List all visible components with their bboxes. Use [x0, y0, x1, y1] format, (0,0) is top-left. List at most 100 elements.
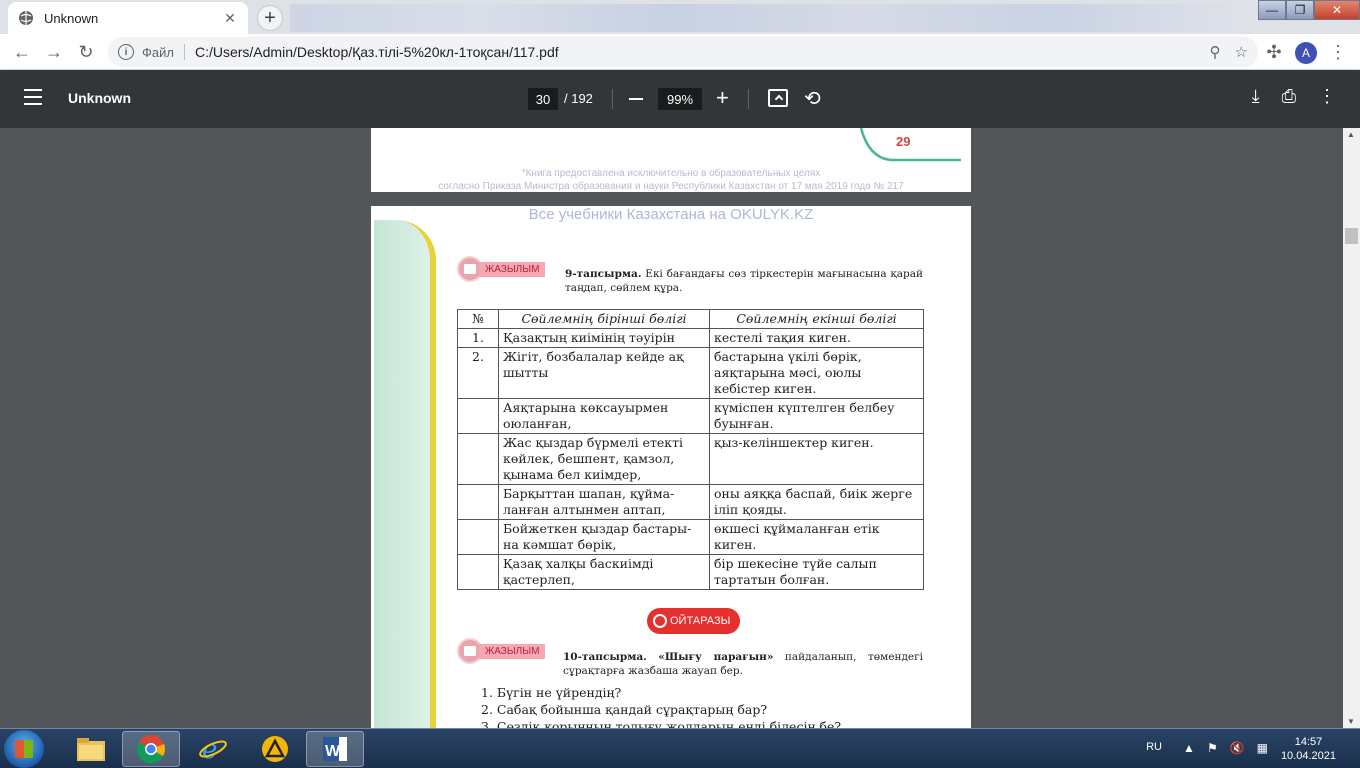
- table-cell: оны аяққа баспай, биік жерге іліп қояды.: [709, 484, 924, 520]
- okulyk-watermark: Все учебники Казахстана на OKULYK.KZ: [528, 206, 814, 223]
- page-number: 29: [896, 134, 911, 149]
- table-cell: кестелі тақия киген.: [709, 328, 924, 348]
- minimize-button[interactable]: —: [1258, 0, 1286, 20]
- extensions-puzzle-icon[interactable]: ✣: [1262, 40, 1286, 64]
- tab-strip: Unknown ✕ + — ❐ ✕: [0, 0, 1360, 34]
- page-number-input[interactable]: 30: [528, 88, 558, 110]
- word-icon[interactable]: W: [306, 731, 364, 767]
- close-window-button[interactable]: ✕: [1314, 0, 1360, 20]
- table-cell: [457, 398, 499, 434]
- action-center-flag-icon[interactable]: ⚑: [1207, 741, 1218, 755]
- start-button[interactable]: [4, 730, 44, 768]
- pdf-viewer[interactable]: 29 *Книга предоставлена исключительно в …: [0, 128, 1343, 728]
- list-item: 2. Сабақ бойынша қандай сұрақтарың бар?: [481, 702, 768, 717]
- download-icon[interactable]: ⤓: [1252, 86, 1260, 107]
- close-tab-icon[interactable]: ✕: [222, 10, 238, 27]
- table-cell: Аяқтарына көксауырмен оюланған,: [498, 398, 710, 434]
- zoom-level-input[interactable]: 99%: [658, 88, 702, 110]
- profile-avatar[interactable]: A: [1295, 42, 1317, 64]
- list-item: 1. Бүгін не үйрендің?: [481, 685, 622, 700]
- zoom-in-icon[interactable]: +: [716, 87, 729, 109]
- table-cell: Қазақ халқы баскиімді қастерлеп,: [498, 554, 710, 590]
- table-row: Аяқтарына көксауырмен оюланған, күміспен…: [457, 398, 924, 434]
- table-cell: [457, 433, 499, 485]
- table-cell: күміспен күптелген белбеу буынған.: [709, 398, 924, 434]
- task10-title: 10-тапсырма.: [563, 651, 647, 663]
- chrome-icon[interactable]: [122, 731, 180, 767]
- clock-time: 14:57: [1294, 736, 1323, 748]
- scroll-down-arrow-icon[interactable]: ▼: [1347, 717, 1355, 726]
- oytarazy-label: ОЙТАРАЗЫ: [670, 615, 731, 627]
- scroll-up-arrow-icon[interactable]: ▲: [1347, 130, 1355, 139]
- clock[interactable]: 14:57 10.04.2021: [1281, 735, 1336, 763]
- table-cell: бір шекесіне түйе салып тартатын болған.: [709, 554, 924, 590]
- maximize-button[interactable]: ❐: [1286, 0, 1314, 20]
- pdf-page-previous: 29 *Книга предоставлена исключительно в …: [371, 128, 971, 192]
- svg-text:W: W: [325, 743, 341, 760]
- bookmark-star-icon[interactable]: ☆: [1235, 43, 1248, 61]
- zhazylym-badge: ЖАЗЫЛЫМ: [457, 638, 546, 664]
- notice-line2: согласно Приказа Министра образования и …: [438, 181, 904, 192]
- badge-label: ЖАЗЫЛЫМ: [479, 643, 546, 659]
- omnibox-actions: ⚲ ☆: [1210, 37, 1248, 67]
- scrollbar-thumb[interactable]: [1345, 228, 1358, 244]
- language-indicator[interactable]: RU: [1146, 741, 1162, 753]
- vertical-scrollbar[interactable]: ▲ ▼: [1343, 128, 1360, 728]
- network-icon[interactable]: ▦: [1257, 741, 1268, 755]
- table-cell: 1.: [457, 328, 499, 348]
- zoom-magnifier-icon[interactable]: ⚲: [1210, 43, 1221, 61]
- site-info-icon[interactable]: i: [118, 44, 134, 60]
- table-row: 2. Жігіт, бозбалалар кейде ақ шытты баст…: [457, 347, 924, 399]
- notice-line1: *Книга предоставлена исключительно в обр…: [521, 168, 821, 179]
- pdf-toolbar-actions: ⤓ ⎙ ⋮: [1252, 86, 1336, 107]
- list-item: 3. Сөздік қорыңның толығу жолдарын енді …: [481, 719, 842, 728]
- browser-menu-icon[interactable]: ⋮: [1326, 40, 1350, 64]
- omnibox[interactable]: i Файл C:/Users/Admin/Desktop/Қаз.тілі-5…: [108, 37, 1258, 67]
- table-row: Барқыттан шапан, құйма-ланған алтынмен а…: [457, 484, 924, 520]
- question-list: 1. Бүгін не үйрендің? 2. Сабақ бойынша қ…: [481, 684, 841, 728]
- internet-explorer-icon[interactable]: e: [184, 731, 242, 767]
- print-icon[interactable]: ⎙: [1282, 86, 1296, 107]
- table-row: Бойжеткен қыздар бастары-на кәмшат бөрік…: [457, 519, 924, 555]
- table-cell: Жігіт, бозбалалар кейде ақ шытты: [498, 347, 710, 399]
- table-cell: бастарына үкілі бөрік, аяқтарына мәсі, о…: [709, 347, 924, 399]
- page-total: / 192: [564, 91, 593, 106]
- new-tab-button[interactable]: +: [257, 5, 283, 31]
- table-row: Жас қыздар бүрмелі етекті көйлек, бешпен…: [457, 433, 924, 485]
- back-arrow-icon[interactable]: ←: [10, 40, 34, 64]
- table-cell: өкшесі құймаланған етік киген.: [709, 519, 924, 555]
- task9-title: 9-тапсырма.: [565, 268, 642, 280]
- show-hidden-icons-icon[interactable]: ▲: [1183, 741, 1195, 755]
- pdf-toolbar: Unknown 30 / 192 99% + ⟲ ⤓ ⎙ ⋮: [0, 70, 1360, 128]
- table-header: Сөйлемнің бірінші бөлігі: [498, 309, 710, 329]
- task9-heading: 9-тапсырма. Екі бағандағы сөз тіркестері…: [565, 267, 923, 295]
- clock-date: 10.04.2021: [1280, 750, 1336, 762]
- browser-tab[interactable]: Unknown ✕: [8, 2, 248, 34]
- table-cell: қыз-келіншектер киген.: [709, 433, 924, 485]
- table-header-row: № Сөйлемнің бірінші бөлігі Сөйлемнің екі…: [457, 309, 924, 329]
- zoom-out-icon[interactable]: [629, 98, 643, 100]
- more-options-icon[interactable]: ⋮: [1318, 86, 1336, 107]
- table-cell: Барқыттан шапан, құйма-ланған алтынмен а…: [498, 484, 710, 520]
- oytarazy-badge: ОЙТАРАЗЫ: [647, 608, 741, 634]
- forward-arrow-icon[interactable]: →: [42, 40, 66, 64]
- table-header: №: [457, 309, 499, 329]
- table-cell: [457, 554, 499, 590]
- table-cell: [457, 519, 499, 555]
- reload-icon[interactable]: ↻: [74, 40, 98, 64]
- toolbar-divider: [748, 89, 749, 109]
- url-text[interactable]: C:/Users/Admin/Desktop/Қаз.тілі-5%20кл-1…: [195, 44, 1258, 60]
- zhazylym-badge: ЖАЗЫЛЫМ: [457, 256, 546, 282]
- autocad-icon[interactable]: [246, 731, 304, 767]
- file-explorer-icon[interactable]: [62, 731, 120, 767]
- windows-taskbar: e W RU ▲ ⚑ 🔇 ▦ 14:57 10.04.2021: [0, 728, 1360, 768]
- badge-label: ЖАЗЫЛЫМ: [479, 261, 546, 277]
- rotate-icon[interactable]: ⟲: [804, 86, 821, 111]
- pdf-page-current: Все учебники Казахстана на OKULYK.KZ ЖАЗ…: [371, 206, 971, 728]
- address-bar: ← → ↻ i Файл C:/Users/Admin/Desktop/Қаз.…: [0, 34, 1360, 70]
- page-side-band: [374, 220, 436, 728]
- table-cell: Қазақтың киімінің тәуірін: [498, 328, 710, 348]
- volume-muted-icon[interactable]: 🔇: [1230, 741, 1245, 755]
- fit-to-page-icon[interactable]: [768, 89, 788, 107]
- hamburger-menu-icon[interactable]: [24, 89, 42, 105]
